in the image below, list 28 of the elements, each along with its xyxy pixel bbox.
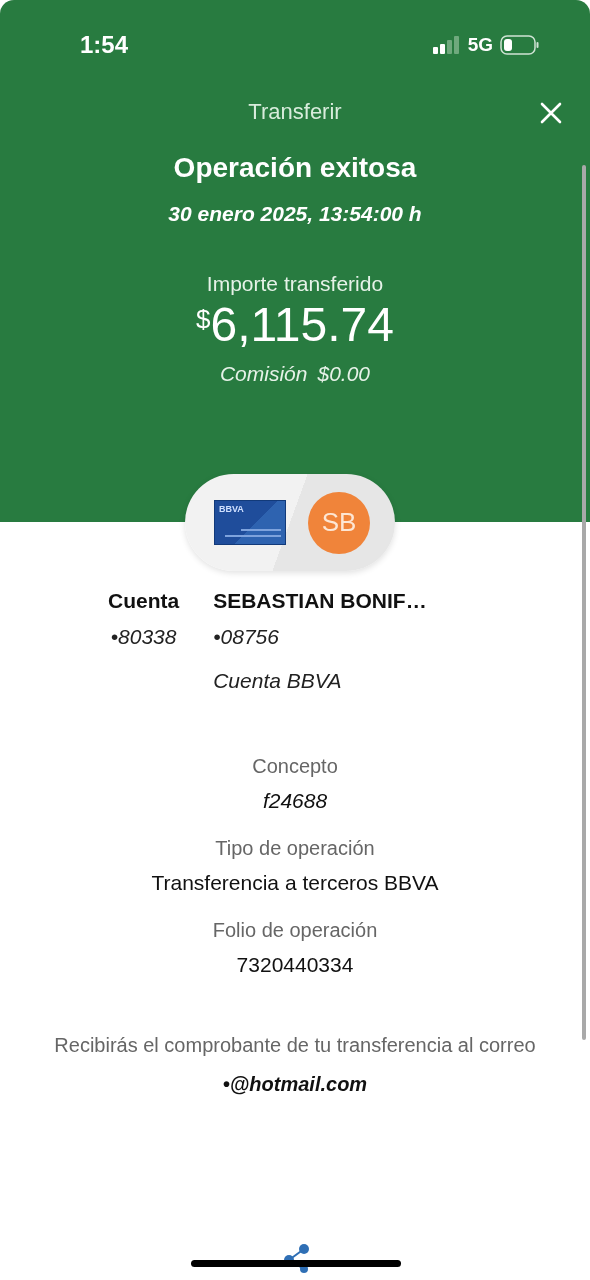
bank-card-icon: BBVA [214,500,286,545]
amount-label: Importe transferido [206,272,384,296]
network-label: 5G [467,34,493,56]
detail-value: Transferencia a terceros BBVA [151,871,439,895]
currency-symbol: $ [196,304,211,335]
detail-label: Tipo de operación [215,837,375,860]
notice-text: Recibirás el comprobante de tu transferencia al correo [54,1033,536,1058]
detail-value: 7320440334 [236,953,354,977]
screen-title: Transferir [248,99,342,125]
recipient-name: SEBASTIAN BONIF… [213,589,427,613]
commission-label: Comisión [219,362,308,386]
origin-name: Cuenta [108,589,180,613]
status-time: 1:54 [80,31,129,59]
amount-value: 6,115.74 [210,298,394,352]
commission-value: $0.00 [317,362,371,386]
detail-label: Concepto [252,755,338,778]
avatar: SB [308,491,370,554]
recipient-bank: Cuenta BBVA [213,669,343,693]
recipient-number: •08756 [213,625,280,649]
detail-value: f24688 [262,789,328,813]
battery-icon [500,35,540,55]
close-button[interactable] [540,102,562,124]
origin-number: •80338 [110,625,177,649]
success-title: Operación exitosa [173,152,417,184]
signal-icon [432,36,461,54]
detail-label: Folio de operación [212,919,378,942]
email-address: •@hotmail.com [222,1073,368,1096]
operation-date: 30 enero 2025, 13:54:00 h [168,202,422,226]
